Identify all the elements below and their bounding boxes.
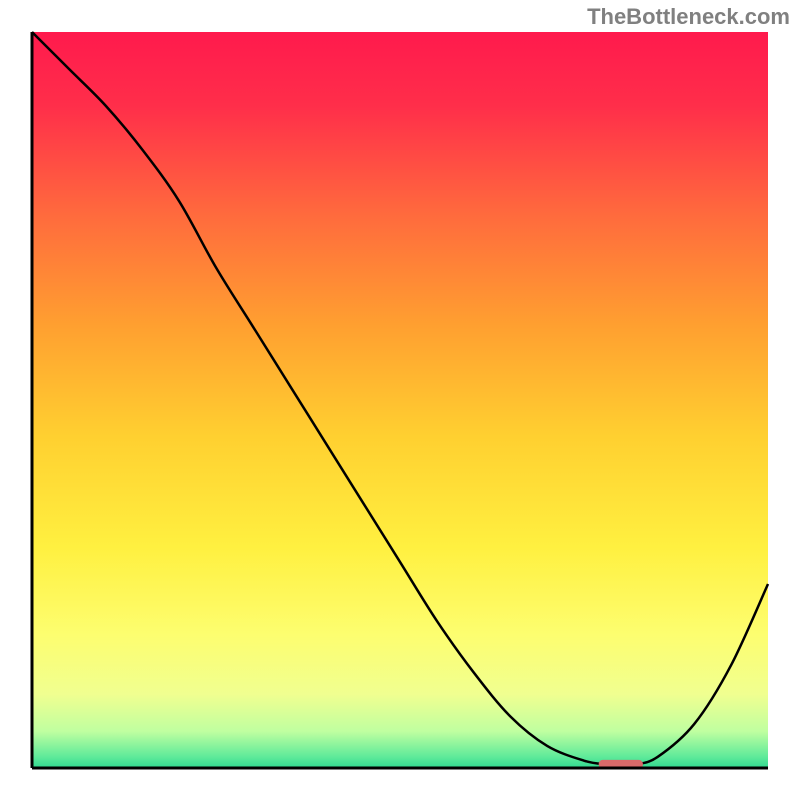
plot-background xyxy=(32,32,768,768)
chart-container: TheBottleneck.com xyxy=(0,0,800,800)
watermark-text: TheBottleneck.com xyxy=(587,4,790,30)
bottleneck-chart xyxy=(0,0,800,800)
